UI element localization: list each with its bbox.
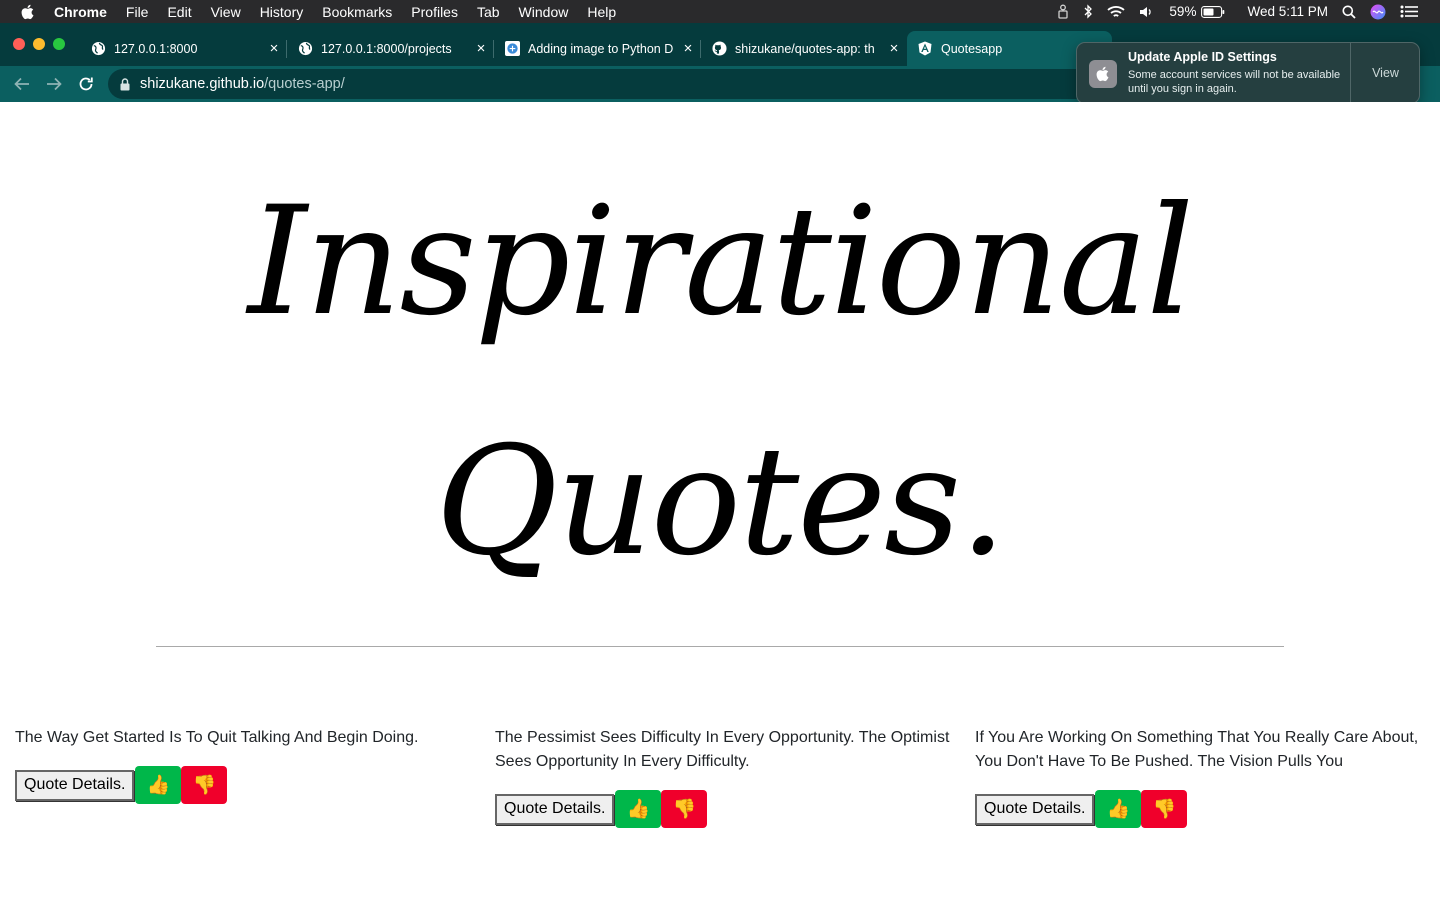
tab-title: 127.0.0.1:8000 — [114, 41, 198, 56]
menu-profiles[interactable]: Profiles — [411, 4, 458, 20]
url-path: /quotes-app/ — [264, 76, 345, 92]
quote-actions: Quote Details. 👍 👎 — [975, 790, 1430, 828]
quote-actions: Quote Details. 👍 👎 — [15, 766, 475, 804]
menu-history[interactable]: History — [260, 4, 304, 20]
tab-github-repo[interactable]: shizukane/quotes-app: th × — [701, 31, 907, 66]
menu-help[interactable]: Help — [587, 4, 616, 20]
apple-menu-icon[interactable] — [20, 4, 36, 20]
bluetooth-icon[interactable] — [1083, 4, 1093, 19]
menu-bookmarks[interactable]: Bookmarks — [322, 4, 392, 20]
downvote-button[interactable]: 👎 — [1141, 790, 1188, 828]
tab-close-icon[interactable]: × — [887, 40, 901, 57]
battery-icon[interactable] — [1201, 5, 1225, 18]
volume-icon[interactable] — [1139, 5, 1155, 19]
tab-localhost[interactable]: 127.0.0.1:8000 × — [80, 31, 287, 66]
thumbs-up-icon: 👍 — [1106, 799, 1131, 820]
tab-close-icon[interactable]: × — [267, 40, 281, 57]
menubar-clock[interactable]: Wed 5:11 PM — [1247, 4, 1328, 19]
notification-body: Some account services will not be availa… — [1128, 69, 1341, 95]
forward-arrow-icon[interactable] — [43, 73, 65, 95]
menu-view[interactable]: View — [211, 4, 241, 20]
github-icon — [711, 41, 727, 57]
wifi-icon[interactable] — [1107, 5, 1126, 19]
window-minimize-button[interactable] — [33, 38, 45, 50]
menu-edit[interactable]: Edit — [167, 4, 191, 20]
apple-id-notification[interactable]: Update Apple ID Settings Some account se… — [1076, 42, 1420, 104]
page-title: Inspirational Quotes. — [247, 175, 1195, 589]
upvote-button[interactable]: 👍 — [135, 766, 182, 804]
stackoverflow-icon — [504, 41, 520, 57]
url-host: shizukane.github.io — [140, 76, 265, 92]
tab-close-icon[interactable]: × — [681, 40, 695, 57]
lock-icon[interactable] — [120, 77, 130, 91]
quote-card: The Way Get Started Is To Quit Talking A… — [15, 726, 475, 804]
thumbs-down-icon: 👎 — [672, 799, 697, 820]
window-close-button[interactable] — [13, 38, 25, 50]
tab-title: shizukane/quotes-app: th — [735, 41, 875, 56]
back-arrow-icon[interactable] — [11, 73, 33, 95]
quote-details-button[interactable]: Quote Details. — [495, 793, 615, 825]
upvote-button[interactable]: 👍 — [1095, 790, 1142, 828]
reload-icon[interactable] — [75, 73, 97, 95]
thumbs-down-icon: 👎 — [192, 775, 217, 796]
thumbs-down-icon: 👎 — [1152, 799, 1177, 820]
quote-details-button[interactable]: Quote Details. — [15, 769, 135, 801]
angular-icon — [917, 41, 933, 57]
menubar-status-area: 59% Wed 5:11 PM — [1057, 0, 1440, 23]
quote-text: If You Are Working On Something That You… — [975, 729, 1419, 770]
globe-icon — [297, 41, 313, 57]
tab-title: Adding image to Python D — [528, 41, 674, 56]
tab-title: 127.0.0.1:8000/projects — [321, 41, 452, 56]
address-url: shizukane.github.io/quotes-app/ — [140, 76, 345, 92]
tab-stackoverflow[interactable]: Adding image to Python D × — [494, 31, 701, 66]
window-zoom-button[interactable] — [53, 38, 65, 50]
quote-actions: Quote Details. 👍 👎 — [495, 790, 955, 828]
menu-file[interactable]: File — [126, 4, 149, 20]
notification-view-button[interactable]: View — [1351, 43, 1420, 103]
notification-title: Update Apple ID Settings — [1128, 50, 1277, 64]
control-center-icon[interactable] — [1400, 5, 1418, 18]
quote-text: The Way Get Started Is To Quit Talking A… — [15, 729, 419, 746]
quote-text: The Pessimist Sees Difficulty In Every O… — [495, 729, 950, 770]
upvote-button[interactable]: 👍 — [615, 790, 662, 828]
tab-close-icon[interactable]: × — [474, 40, 488, 57]
page-content: Inspirational Quotes. The Way Get Starte… — [0, 102, 1440, 900]
siri-icon[interactable] — [1370, 4, 1386, 20]
user-lock-icon[interactable] — [1057, 4, 1069, 19]
menu-window[interactable]: Window — [519, 4, 569, 20]
downvote-button[interactable]: 👎 — [661, 790, 708, 828]
menu-tab[interactable]: Tab — [477, 4, 500, 20]
macos-menu-bar: Chrome File Edit View History Bookmarks … — [0, 0, 1440, 23]
thumbs-up-icon: 👍 — [626, 799, 651, 820]
menu-app-name[interactable]: Chrome — [54, 4, 107, 20]
address-bar[interactable]: shizukane.github.io/quotes-app/ — [108, 69, 1108, 99]
quote-card: The Pessimist Sees Difficulty In Every O… — [495, 726, 955, 828]
battery-percent: 59% — [1169, 4, 1197, 19]
tab-localhost-projects[interactable]: 127.0.0.1:8000/projects × — [287, 31, 494, 66]
quote-details-button[interactable]: Quote Details. — [975, 793, 1095, 825]
downvote-button[interactable]: 👎 — [181, 766, 228, 804]
spotlight-search-icon[interactable] — [1342, 5, 1356, 19]
system-preferences-apple-icon — [1089, 60, 1117, 88]
quote-card: If You Are Working On Something That You… — [975, 726, 1430, 828]
horizontal-rule — [156, 646, 1284, 647]
thumbs-up-icon: 👍 — [146, 775, 171, 796]
globe-icon — [90, 41, 106, 57]
